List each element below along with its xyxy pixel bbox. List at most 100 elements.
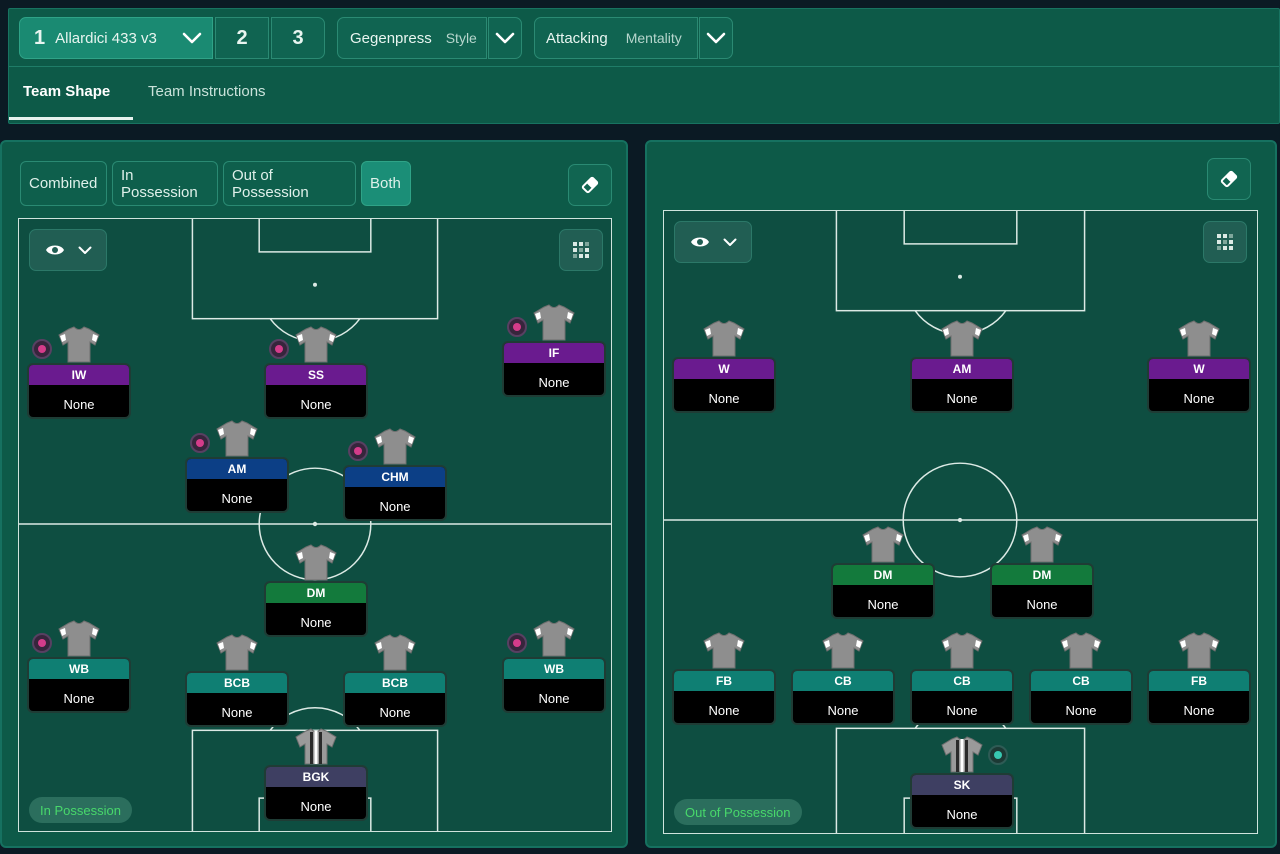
player-role: WB — [504, 659, 604, 679]
player-card-ip-3[interactable]: IF None — [502, 303, 606, 397]
tactic-toolbar: 1 Allardici 433 v3 2 3 Gegenpress Style … — [19, 17, 733, 59]
instruction-marker-icon — [269, 339, 289, 359]
player-role-card: AM None — [185, 457, 289, 513]
tab-divider — [9, 66, 1279, 67]
player-role-card: IF None — [502, 341, 606, 397]
tactic-slot-3-button[interactable]: 3 — [271, 17, 325, 59]
player-card-ip-7[interactable]: WB None — [27, 619, 131, 713]
mentality-selector: Attacking Mentality — [534, 17, 733, 59]
style-value: Gegenpress — [350, 29, 432, 47]
instruction-marker-icon — [507, 633, 527, 653]
player-duty: None — [1183, 390, 1215, 406]
player-role: AM — [912, 359, 1012, 379]
player-card-ip-9[interactable]: BCB None — [343, 633, 447, 727]
player-duty: None — [867, 596, 899, 612]
player-card-ip-6[interactable]: DM None — [264, 543, 368, 637]
grid-icon — [573, 242, 589, 258]
phase-badge: Out of Possession — [674, 799, 802, 825]
player-card-ip-2[interactable]: SS None — [264, 325, 368, 419]
mode-both-button[interactable]: Both — [361, 161, 411, 206]
player-duty: None — [300, 614, 332, 630]
pitch-in-possession: In Possession IW None SS None IF None AM None CH… — [18, 218, 612, 832]
player-card-oop-4[interactable]: DM None — [831, 525, 935, 619]
mode-out-of-possession-button[interactable]: Out of Possession — [223, 161, 356, 206]
eraser-icon — [1220, 170, 1238, 188]
clear-positions-button[interactable] — [568, 164, 612, 206]
player-card-oop-5[interactable]: DM None — [990, 525, 1094, 619]
clear-positions-button[interactable] — [1207, 158, 1251, 200]
player-role: FB — [1149, 671, 1249, 691]
shirt-icon — [940, 631, 984, 669]
player-card-ip-10[interactable]: WB None — [502, 619, 606, 713]
player-card-oop-7[interactable]: CB None — [791, 631, 895, 725]
player-role: BCB — [345, 673, 445, 693]
player-role-card: SS None — [264, 363, 368, 419]
player-card-oop-6[interactable]: FB None — [672, 631, 776, 725]
style-dropdown-button[interactable] — [488, 17, 522, 59]
shirt-icon — [215, 633, 259, 671]
view-options-button[interactable] — [674, 221, 752, 263]
player-role-card: SK None — [910, 773, 1014, 829]
player-duty: None — [946, 702, 978, 718]
tactic-slot-2-button[interactable]: 2 — [215, 17, 269, 59]
player-duty: None — [300, 798, 332, 814]
player-card-ip-1[interactable]: IW None — [27, 325, 131, 419]
player-role-card: WB None — [502, 657, 606, 713]
tab-team-shape[interactable]: Team Shape — [23, 83, 110, 100]
player-duty: None — [708, 390, 740, 406]
shirt-icon — [294, 543, 338, 581]
player-role-card: CHM None — [343, 465, 447, 521]
shirt-icon — [1020, 525, 1064, 563]
player-card-oop-10[interactable]: FB None — [1147, 631, 1251, 725]
tactic-header: 1 Allardici 433 v3 2 3 Gegenpress Style … — [8, 8, 1280, 124]
mentality-dropdown-button[interactable] — [699, 17, 733, 59]
player-card-ip-11[interactable]: BGK None — [264, 727, 368, 821]
chevron-down-icon — [78, 246, 91, 254]
player-duty: None — [221, 704, 253, 720]
grid-toggle-button[interactable] — [559, 229, 603, 271]
player-card-oop-11[interactable]: SK None — [910, 735, 1014, 829]
player-role-card: DM None — [990, 563, 1094, 619]
player-card-oop-2[interactable]: AM None — [910, 319, 1014, 413]
view-options-button[interactable] — [29, 229, 107, 271]
mode-in-possession-button[interactable]: In Possession — [112, 161, 218, 206]
shirt-icon — [1177, 631, 1221, 669]
tactic-name: Allardici 433 v3 — [55, 29, 157, 47]
eye-icon — [690, 237, 709, 247]
player-duty: None — [827, 702, 859, 718]
player-duty: None — [708, 702, 740, 718]
tab-team-instructions[interactable]: Team Instructions — [148, 83, 266, 100]
player-card-oop-8[interactable]: CB None — [910, 631, 1014, 725]
shirt-icon — [940, 735, 984, 773]
player-role: CHM — [345, 467, 445, 487]
shirt-icon — [294, 727, 338, 765]
player-role-card: IW None — [27, 363, 131, 419]
mode-combined-button[interactable]: Combined — [20, 161, 107, 206]
player-role: DM — [833, 565, 933, 585]
shirt-icon — [1059, 631, 1103, 669]
player-role: IF — [504, 343, 604, 363]
shirt-icon — [215, 419, 259, 457]
player-duty: None — [379, 498, 411, 514]
player-card-ip-8[interactable]: BCB None — [185, 633, 289, 727]
player-card-ip-4[interactable]: AM None — [185, 419, 289, 513]
shirt-icon — [373, 427, 417, 465]
player-role-card: W None — [672, 357, 776, 413]
player-role-card: DM None — [831, 563, 935, 619]
player-card-oop-3[interactable]: W None — [1147, 319, 1251, 413]
player-role: W — [1149, 359, 1249, 379]
player-role: CB — [912, 671, 1012, 691]
tactic-selector[interactable]: 1 Allardici 433 v3 — [19, 17, 213, 59]
shirt-icon — [57, 325, 101, 363]
shirt-icon — [940, 319, 984, 357]
grid-icon — [1217, 234, 1233, 250]
player-card-oop-9[interactable]: CB None — [1029, 631, 1133, 725]
mentality-button[interactable]: Attacking Mentality — [534, 17, 698, 59]
player-role-card: FB None — [1147, 669, 1251, 725]
style-button[interactable]: Gegenpress Style — [337, 17, 487, 59]
shirt-icon — [702, 631, 746, 669]
player-card-oop-1[interactable]: W None — [672, 319, 776, 413]
player-card-ip-5[interactable]: CHM None — [343, 427, 447, 521]
eraser-icon — [581, 176, 599, 194]
grid-toggle-button[interactable] — [1203, 221, 1247, 263]
